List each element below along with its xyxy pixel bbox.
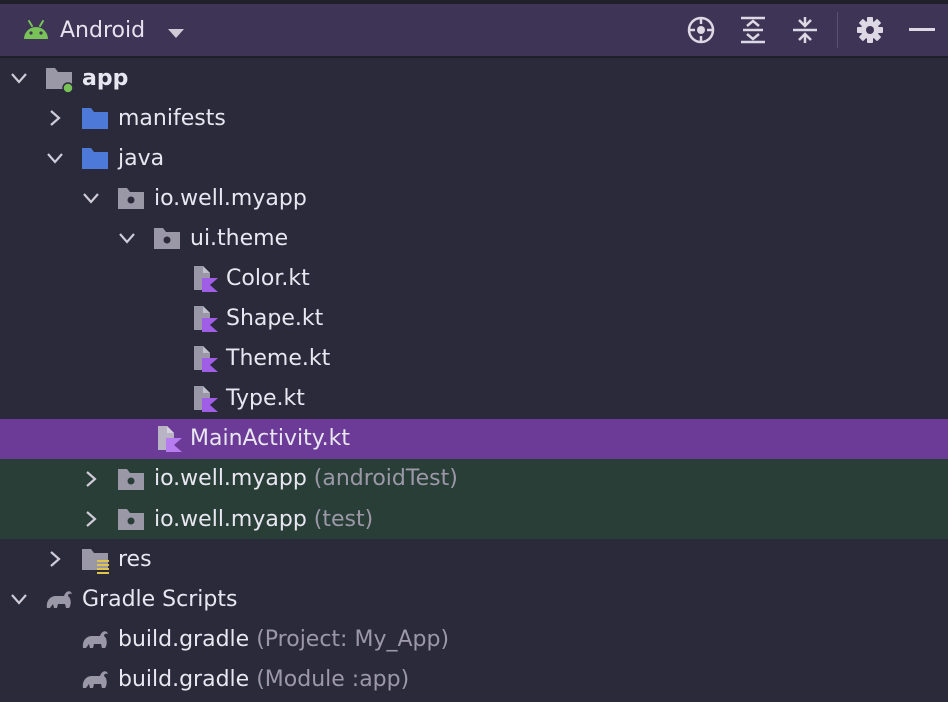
tree-item-label: Shape.kt	[226, 306, 324, 332]
tree-row-package[interactable]: ui.theme	[0, 218, 948, 258]
tree-item-hint: (androidTest)	[313, 466, 458, 492]
chevron-right-icon[interactable]	[47, 110, 63, 126]
android-icon	[22, 19, 50, 41]
tree-row-package-androidtest[interactable]: io.well.myapp (androidTest)	[0, 458, 948, 500]
tree-row-file[interactable]: Shape.kt	[0, 299, 948, 339]
chevron-down-icon[interactable]	[11, 591, 27, 607]
chevron-right-icon[interactable]	[83, 471, 99, 487]
folder-icon	[80, 143, 110, 173]
tree-item-hint: (test)	[313, 506, 374, 532]
chevron-down-icon[interactable]	[11, 70, 27, 86]
project-view-label: Android	[60, 17, 146, 43]
tree-row-res[interactable]: res	[0, 539, 948, 579]
tree-row-file-selected[interactable]: MainActivity.kt	[0, 418, 948, 459]
minimize-icon[interactable]	[896, 4, 948, 56]
project-view-selector[interactable]: Android	[0, 4, 185, 56]
toolbar-separator	[837, 12, 838, 48]
package-icon	[116, 464, 146, 494]
chevron-right-icon[interactable]	[83, 511, 99, 527]
package-icon	[152, 223, 182, 253]
gear-icon[interactable]	[844, 4, 896, 56]
tree-row-manifests[interactable]: manifests	[0, 98, 948, 138]
tree-item-label: io.well.myapp (test)	[154, 506, 374, 532]
tree-row-package-test[interactable]: io.well.myapp (test)	[0, 499, 948, 540]
locate-icon[interactable]	[675, 4, 727, 56]
tree-row-file[interactable]: Theme.kt	[0, 339, 948, 379]
chevron-right-icon[interactable]	[47, 551, 63, 567]
kotlin-file-icon	[190, 264, 220, 294]
tree-row-gradle-file[interactable]: build.gradle (Module :app)	[0, 659, 948, 699]
tree-item-label: ui.theme	[190, 225, 289, 251]
tree-item-label: Color.kt	[226, 266, 310, 292]
tree-row-gradle-file[interactable]: build.gradle (Project: My_App)	[0, 619, 948, 659]
tree-item-label: manifests	[118, 105, 226, 131]
kotlin-file-icon	[190, 344, 220, 374]
tree-row-file[interactable]: Type.kt	[0, 379, 948, 419]
gradle-icon	[44, 584, 74, 614]
chevron-down-icon[interactable]	[47, 150, 63, 166]
tree-item-label: build.gradle (Module :app)	[118, 666, 410, 692]
module-icon	[44, 63, 74, 94]
tree-item-hint: (Module :app)	[256, 666, 410, 692]
chevron-down-icon[interactable]	[83, 190, 99, 206]
dropdown-arrow-icon[interactable]	[167, 24, 185, 38]
tree-row-file[interactable]: Color.kt	[0, 258, 948, 298]
tree-item-label: res	[118, 546, 152, 572]
tree-item-label: java	[118, 145, 165, 171]
tree-item-label: Theme.kt	[226, 346, 331, 372]
folder-icon	[80, 103, 110, 133]
kotlin-file-icon	[190, 304, 220, 334]
package-icon	[116, 183, 146, 213]
tree-row-app[interactable]: app	[0, 58, 948, 98]
tree-item-label: io.well.myapp	[154, 185, 307, 211]
tree-row-gradle-scripts[interactable]: Gradle Scripts	[0, 579, 948, 619]
tree-item-label: app	[82, 65, 129, 91]
res-folder-icon	[80, 544, 110, 575]
kotlin-file-icon	[190, 384, 220, 414]
tree-item-label: MainActivity.kt	[190, 426, 351, 452]
chevron-down-icon[interactable]	[119, 230, 135, 246]
project-tree: app manifests java io.well.myapp ui.them…	[0, 58, 948, 700]
project-toolbar: Android	[0, 4, 948, 58]
tree-item-hint: (Project: My_App)	[256, 626, 450, 652]
tree-row-java[interactable]: java	[0, 138, 948, 178]
tree-item-label: Type.kt	[226, 386, 305, 412]
collapse-all-icon[interactable]	[779, 4, 831, 56]
gradle-icon	[80, 664, 110, 694]
tree-item-label: Gradle Scripts	[82, 586, 238, 612]
tree-item-label: build.gradle (Project: My_App)	[118, 626, 450, 652]
gradle-icon	[80, 624, 110, 654]
kotlin-file-icon	[154, 424, 184, 454]
tree-row-package[interactable]: io.well.myapp	[0, 178, 948, 218]
expand-all-icon[interactable]	[727, 4, 779, 56]
package-icon	[116, 504, 146, 534]
tree-item-label: io.well.myapp (androidTest)	[154, 466, 458, 492]
